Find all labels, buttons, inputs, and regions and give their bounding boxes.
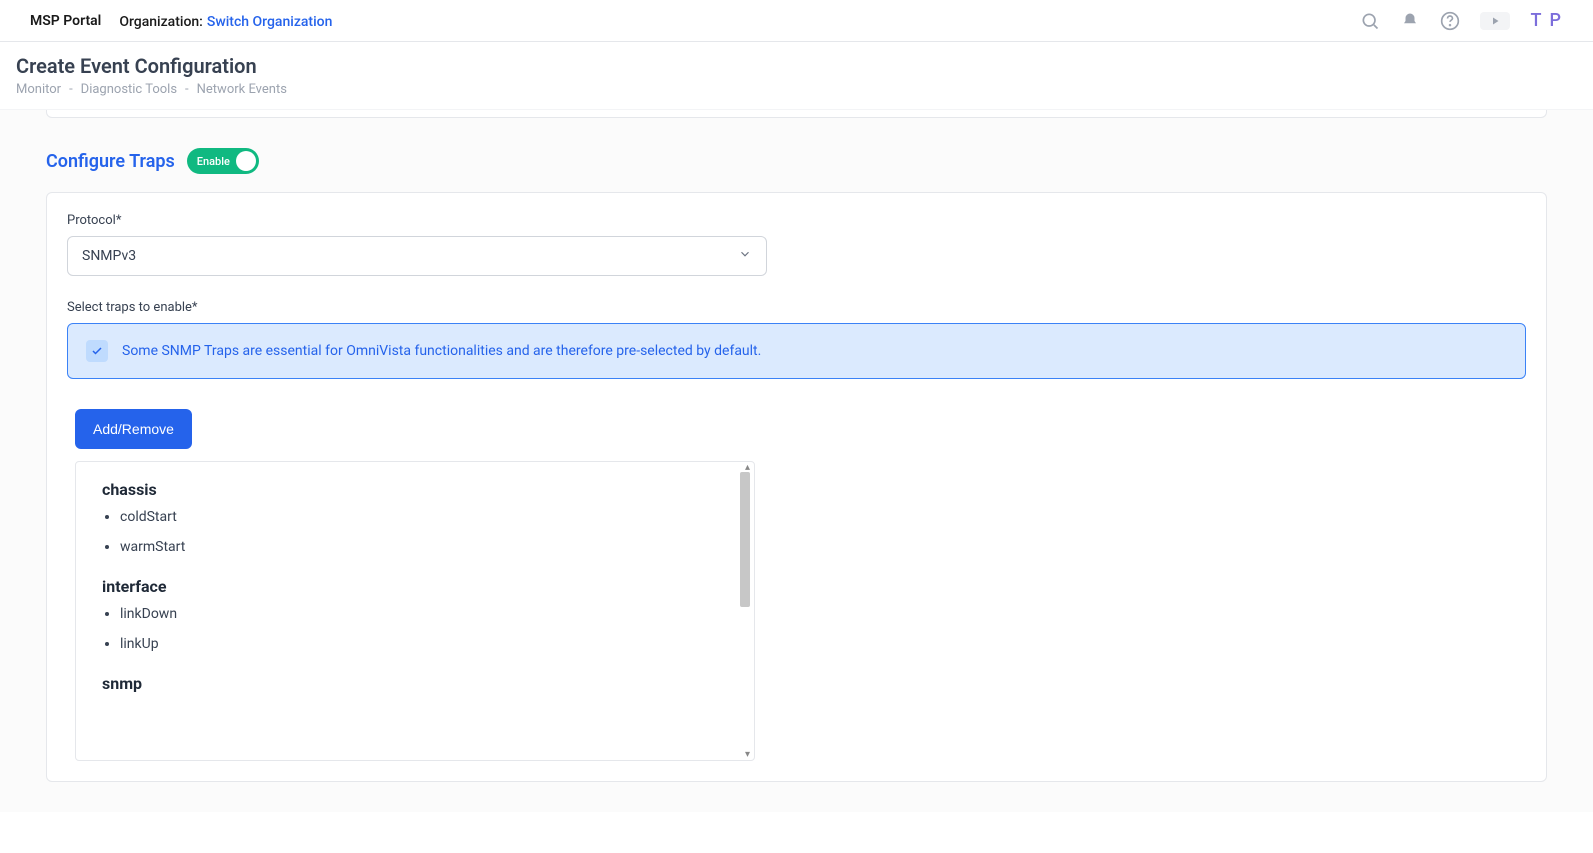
switch-organization-link[interactable]: Switch Organization — [207, 14, 333, 30]
check-shield-icon — [86, 340, 108, 362]
title-bar: Create Event Configuration Monitor - Dia… — [0, 42, 1593, 110]
trap-item: linkUp — [120, 636, 728, 652]
breadcrumb-item[interactable]: Diagnostic Tools — [81, 82, 177, 97]
header-right: T P — [1360, 10, 1563, 31]
protocol-label: Protocol* — [67, 213, 1526, 228]
breadcrumb-item[interactable]: Network Events — [197, 82, 287, 97]
header-left: MSP Portal Organization: Switch Organiza… — [30, 11, 332, 30]
scroll-down-icon[interactable]: ▾ — [745, 749, 750, 760]
org-block: Organization: Switch Organization — [119, 11, 332, 30]
protocol-select-wrap: SNMPv3 — [67, 236, 767, 276]
protocol-value: SNMPv3 — [82, 248, 136, 264]
top-header: MSP Portal Organization: Switch Organiza… — [0, 0, 1593, 42]
bell-icon[interactable] — [1400, 11, 1420, 31]
portal-name: MSP Portal — [30, 13, 101, 29]
chevron-down-icon — [738, 247, 752, 265]
select-traps-label: Select traps to enable* — [67, 300, 1526, 315]
protocol-select[interactable]: SNMPv3 — [67, 236, 767, 276]
help-icon[interactable] — [1440, 11, 1460, 31]
trap-item: coldStart — [120, 509, 728, 525]
trap-group-title: interface — [102, 577, 728, 596]
trap-group-interface: interface linkDown linkUp — [102, 577, 728, 652]
page-title: Create Event Configuration — [16, 54, 1577, 78]
user-avatar[interactable]: T P — [1530, 10, 1563, 31]
trap-list[interactable]: ▴ ▾ chassis coldStart warmStart interfac… — [75, 461, 755, 761]
traps-card: Protocol* SNMPv3 Select traps to enable*… — [46, 192, 1547, 782]
scrollbar-thumb[interactable] — [740, 472, 750, 607]
video-icon[interactable] — [1480, 12, 1510, 30]
configure-traps-header: Configure Traps Enable — [46, 148, 1547, 174]
section-title: Configure Traps — [46, 151, 175, 172]
info-text: Some SNMP Traps are essential for OmniVi… — [122, 343, 761, 359]
breadcrumb: Monitor - Diagnostic Tools - Network Eve… — [16, 82, 1577, 97]
search-icon[interactable] — [1360, 11, 1380, 31]
trap-group-snmp: snmp — [102, 674, 728, 693]
trap-group-title: chassis — [102, 480, 728, 499]
breadcrumb-separator: - — [69, 82, 73, 97]
trap-group-title: snmp — [102, 674, 728, 693]
main-content: Configure Traps Enable Protocol* SNMPv3 … — [0, 110, 1593, 812]
toggle-label: Enable — [197, 155, 230, 168]
trap-item: linkDown — [120, 606, 728, 622]
breadcrumb-item[interactable]: Monitor — [16, 82, 61, 97]
organization-label: Organization: — [119, 14, 203, 30]
trap-group-chassis: chassis coldStart warmStart — [102, 480, 728, 555]
add-remove-button[interactable]: Add/Remove — [75, 409, 192, 449]
previous-section-card — [46, 110, 1547, 118]
enable-toggle[interactable]: Enable — [187, 148, 259, 174]
trap-item: warmStart — [120, 539, 728, 555]
toggle-knob — [236, 151, 256, 171]
breadcrumb-separator: - — [185, 82, 189, 97]
info-banner: Some SNMP Traps are essential for OmniVi… — [67, 323, 1526, 379]
